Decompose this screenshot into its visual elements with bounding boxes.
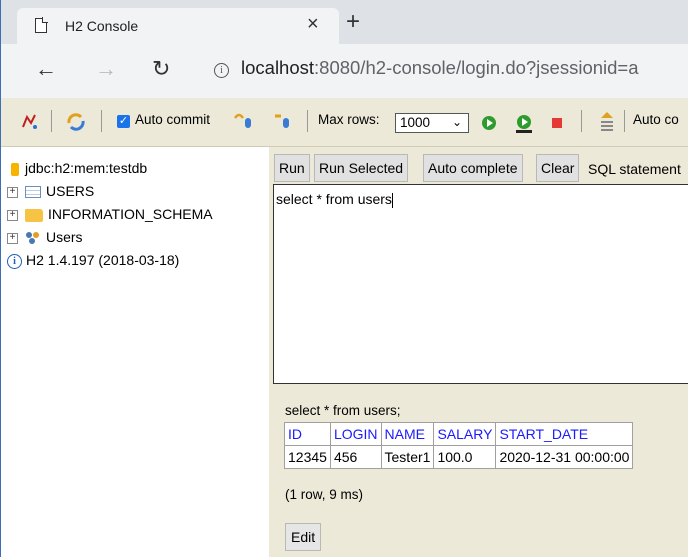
run-selected-icon[interactable] [513, 112, 535, 134]
h2-toolbar: ✓ Auto commit Max rows: 1000 ⌄ Auto co [1, 98, 688, 147]
info-icon: i [7, 253, 22, 269]
result-table: ID LOGIN NAME SALARY START_DATE 12345 45… [284, 422, 634, 469]
run-selected-button[interactable]: Run Selected [314, 154, 409, 182]
auto-complete-label: Auto co [633, 112, 679, 127]
commit-icon[interactable] [233, 112, 255, 130]
max-rows-label: Max rows: [318, 112, 380, 127]
users-icon [25, 231, 41, 245]
refresh-icon[interactable] [65, 111, 87, 133]
sql-text: select * from users [276, 191, 392, 207]
max-rows-select[interactable]: 1000 ⌄ [395, 113, 469, 133]
version-info: i H2 1.4.197 (2018-03-18) [7, 251, 179, 269]
table-cell: 456 [329, 445, 382, 469]
toolbar-separator [624, 110, 625, 132]
document-icon [35, 17, 48, 33]
tab-title: H2 Console [65, 18, 139, 34]
tree-item-connection[interactable]: jdbc:h2:mem:testdb [7, 159, 147, 177]
rollback-icon[interactable] [273, 112, 293, 130]
table-icon [25, 186, 41, 199]
expand-icon[interactable]: + [7, 186, 18, 198]
query-panel: Run Run Selected Auto complete Clear SQL… [269, 147, 688, 557]
chevron-down-icon: ⌄ [451, 115, 462, 129]
tree-item-label: Users [46, 229, 83, 245]
edit-button[interactable]: Edit [285, 523, 322, 551]
folder-icon [25, 208, 43, 222]
tree-item-information-schema[interactable]: + INFORMATION_SCHEMA [7, 205, 213, 223]
stop-icon[interactable] [552, 118, 562, 128]
schema-tree: jdbc:h2:mem:testdb + USERS + INFORMATION_S… [1, 147, 269, 557]
browser-window: H2 Console × + ← → ↻ i localhost:8080/h2… [0, 0, 688, 557]
toolbar-separator [581, 110, 582, 132]
column-header[interactable]: ID [284, 422, 331, 446]
expand-icon[interactable]: + [7, 209, 18, 221]
sql-editor[interactable]: select * from users [273, 184, 688, 384]
toolbar-separator [51, 110, 52, 132]
version-label: H2 1.4.197 (2018-03-18) [26, 252, 180, 268]
url-field[interactable]: localhost:8080/h2-console/login.do?jsess… [241, 57, 639, 79]
text-caret [391, 192, 393, 208]
database-icon [11, 162, 19, 176]
auto-complete-button[interactable]: Auto complete [423, 154, 523, 182]
url-path: :8080/h2-console/login.do?jsessionid=a [314, 57, 639, 78]
disconnect-icon[interactable] [21, 113, 39, 131]
table-cell: Tester1 [380, 445, 435, 469]
tree-item-label: USERS [46, 183, 95, 199]
column-header[interactable]: NAME [380, 422, 435, 446]
toolbar-separator [307, 110, 308, 132]
new-tab-icon[interactable]: + [346, 10, 360, 34]
row-count-info: (1 row, 9 ms) [285, 487, 364, 502]
auto-commit-label: Auto commit [135, 112, 211, 127]
table-header-row: ID LOGIN NAME SALARY START_DATE [284, 422, 634, 446]
close-tab-icon[interactable]: × [307, 14, 319, 34]
auto-commit-checkbox[interactable]: ✓ [117, 115, 130, 128]
max-rows-value: 1000 [400, 115, 431, 130]
result-sql: select * from users; [285, 403, 401, 418]
history-icon[interactable] [599, 110, 615, 134]
sql-statement-label: SQL statement [588, 161, 681, 177]
tree-item-users-table[interactable]: + USERS [7, 182, 94, 200]
table-row: 12345 456 Tester1 100.0 2020-12-31 00:00… [284, 445, 634, 469]
tree-item-users[interactable]: + Users [7, 228, 83, 246]
address-bar-row: ← → ↻ i localhost:8080/h2-console/login.… [1, 44, 688, 99]
tree-item-label: INFORMATION_SCHEMA [48, 206, 213, 222]
url-host: localhost [241, 57, 315, 78]
tab-h2-console[interactable]: H2 Console × [17, 8, 339, 44]
column-header[interactable]: START_DATE [495, 422, 634, 446]
toolbar-separator [101, 110, 102, 132]
connection-label: jdbc:h2:mem:testdb [25, 160, 148, 176]
forward-arrow-icon[interactable]: → [95, 58, 117, 80]
table-cell: 100.0 [433, 445, 497, 469]
column-header[interactable]: LOGIN [329, 422, 382, 446]
table-cell: 2020-12-31 00:00:00 [495, 445, 634, 469]
expand-icon[interactable]: + [7, 232, 18, 244]
site-info-icon[interactable]: i [214, 63, 229, 78]
tab-strip: H2 Console × + [1, 0, 688, 44]
reload-icon[interactable]: ↻ [152, 58, 170, 80]
column-header[interactable]: SALARY [433, 422, 497, 446]
table-cell: 12345 [284, 445, 331, 469]
clear-button[interactable]: Clear [536, 154, 580, 182]
back-arrow-icon[interactable]: ← [35, 58, 57, 80]
run-icon[interactable] [482, 116, 496, 130]
run-button[interactable]: Run [274, 154, 310, 182]
